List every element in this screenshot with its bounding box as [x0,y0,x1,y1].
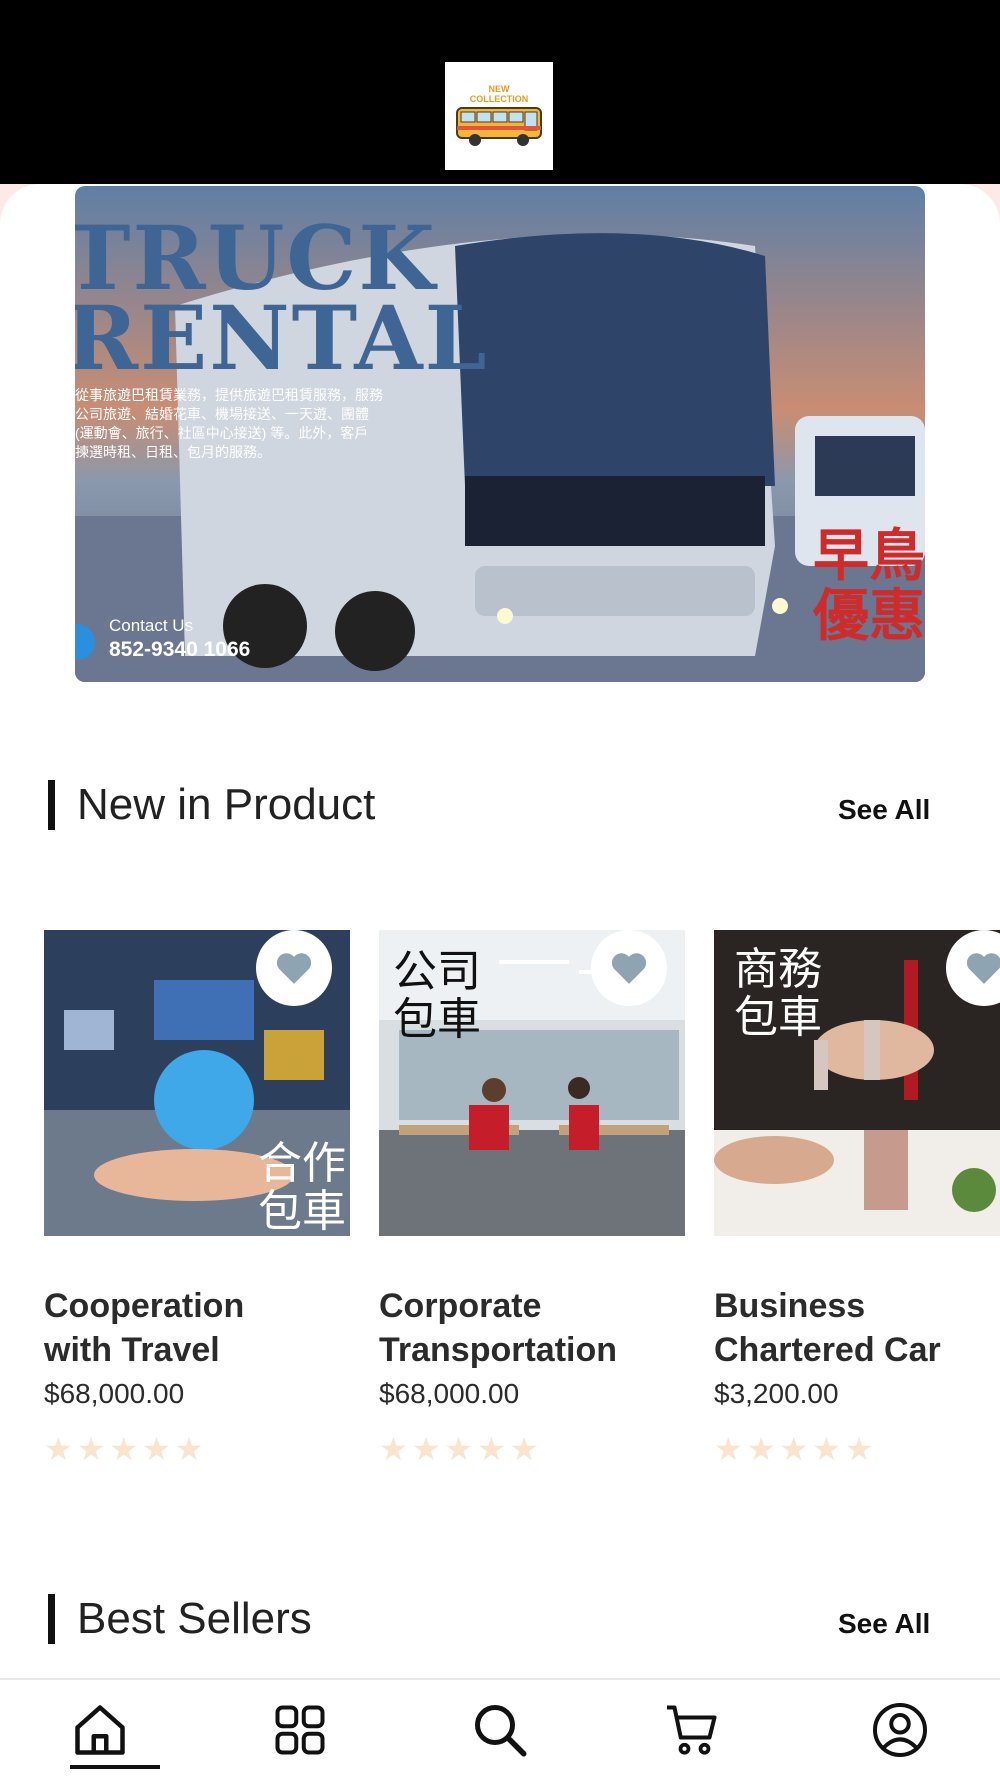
home-icon [75,1705,125,1755]
grid-icon [275,1705,325,1755]
contact-phone: 852-9340 1066 [109,638,251,661]
banner-title-line2: RENTAL [75,286,489,390]
product-name[interactable]: Corporate Transportation [379,1284,685,1372]
promo-line2: 優惠 [813,584,925,647]
product-name-line1: Corporate [379,1287,542,1325]
nav-categories[interactable] [268,1698,332,1762]
nav-profile[interactable] [868,1698,932,1762]
product-image-overlay: 商務 包車 [734,946,822,1042]
product-name-line1: Cooperation [44,1287,245,1325]
banner-description-line: 從事旅遊巴租賃業務，提供旅遊巴租賃服務，服務 [75,387,383,403]
contact-label: Contact Us [109,616,194,635]
search-icon [475,1705,527,1757]
product-image[interactable]: 商務 包車 [714,930,1000,1236]
product-price: $68,000.00 [44,1378,185,1409]
best-sellers-label: Best Sellers [77,1594,312,1643]
overlay-line1: 合作 [258,1138,346,1189]
section-title-bar [48,1594,55,1644]
overlay-line1: 商務 [734,944,822,995]
product-card[interactable]: 商務 包車 Business Chartered Car $3,200.00 ★… [714,930,1000,1468]
top-bar: NEW COLLECTION [0,0,1000,184]
heart-icon [611,953,647,984]
product-price: $68,000.00 [379,1378,520,1409]
nav-cart[interactable] [660,1698,724,1762]
new-in-product-see-all-link[interactable]: See All [838,794,930,826]
banner-contact: Contact Us 852-9340 1066 [109,616,250,662]
product-image-overlay: 合作 包車 [258,1140,346,1236]
product-name[interactable]: Cooperation with Travel [44,1284,350,1372]
overlay-line2: 包車 [734,992,822,1043]
overlay-line1: 公司 [393,946,481,997]
promo-banner[interactable]: TRUCK RENTAL 從事旅遊巴租賃業務，提供旅遊巴租賃服務，服務 公司旅遊… [75,186,925,682]
banner-description-line: 揀選時租、日租、包月的服務。 [75,444,271,460]
product-image-overlay: 公司 包車 [393,948,481,1044]
product-image[interactable]: 合作 包車 [44,930,350,1236]
product-card[interactable]: 公司 包車 Corporate Transportation $68,000.0… [379,930,685,1468]
nav-home[interactable] [68,1698,132,1762]
overlay-line2: 包車 [393,994,481,1045]
brand-logo[interactable]: NEW COLLECTION [445,62,553,170]
nav-search[interactable] [468,1698,532,1762]
heart-icon [966,953,1000,984]
banner-description-line: (運動會、旅行、社區中心接送) 等。此外，客戶 [75,425,369,441]
best-sellers-see-all-link[interactable]: See All [838,1608,930,1640]
star-rating: ★★★★★ [714,1431,878,1467]
banner-promo-text: 早鳥 優惠 [813,526,925,646]
bus-icon [456,107,542,146]
product-name-line2: Transportation [379,1331,618,1369]
product-name-line2: Chartered Car [714,1331,941,1369]
star-rating: ★★★★★ [44,1431,208,1467]
new-in-product-title: New in Product [48,780,375,830]
user-icon [873,1703,927,1757]
bottom-navigation [0,1678,1000,1780]
product-name-line2: with Travel [44,1331,220,1369]
heart-icon [276,953,312,984]
best-sellers-title: Best Sellers [48,1594,312,1644]
overlay-line2: 包車 [258,1186,346,1236]
product-price: $3,200.00 [714,1378,839,1409]
favorite-button[interactable] [256,930,332,1006]
banner-description-line: 公司旅遊、結婚花車、機場接送、一天遊、團體 [75,406,369,422]
product-name[interactable]: Business Chartered Car [714,1284,1000,1372]
new-in-product-label: New in Product [77,780,376,829]
star-rating: ★★★★★ [379,1431,543,1467]
nav-active-indicator [70,1765,160,1769]
favorite-button[interactable] [591,930,667,1006]
product-name-line1: Business [714,1287,866,1325]
product-card[interactable]: 合作 包車 Cooperation with Travel $68,000.00… [44,930,350,1468]
product-image[interactable]: 公司 包車 [379,930,685,1236]
banner-description: 從事旅遊巴租賃業務，提供旅遊巴租賃服務，服務 公司旅遊、結婚花車、機場接送、一天… [75,386,435,462]
cart-icon [667,1705,717,1755]
promo-line1: 早鳥 [813,524,925,587]
section-title-bar [48,780,55,830]
